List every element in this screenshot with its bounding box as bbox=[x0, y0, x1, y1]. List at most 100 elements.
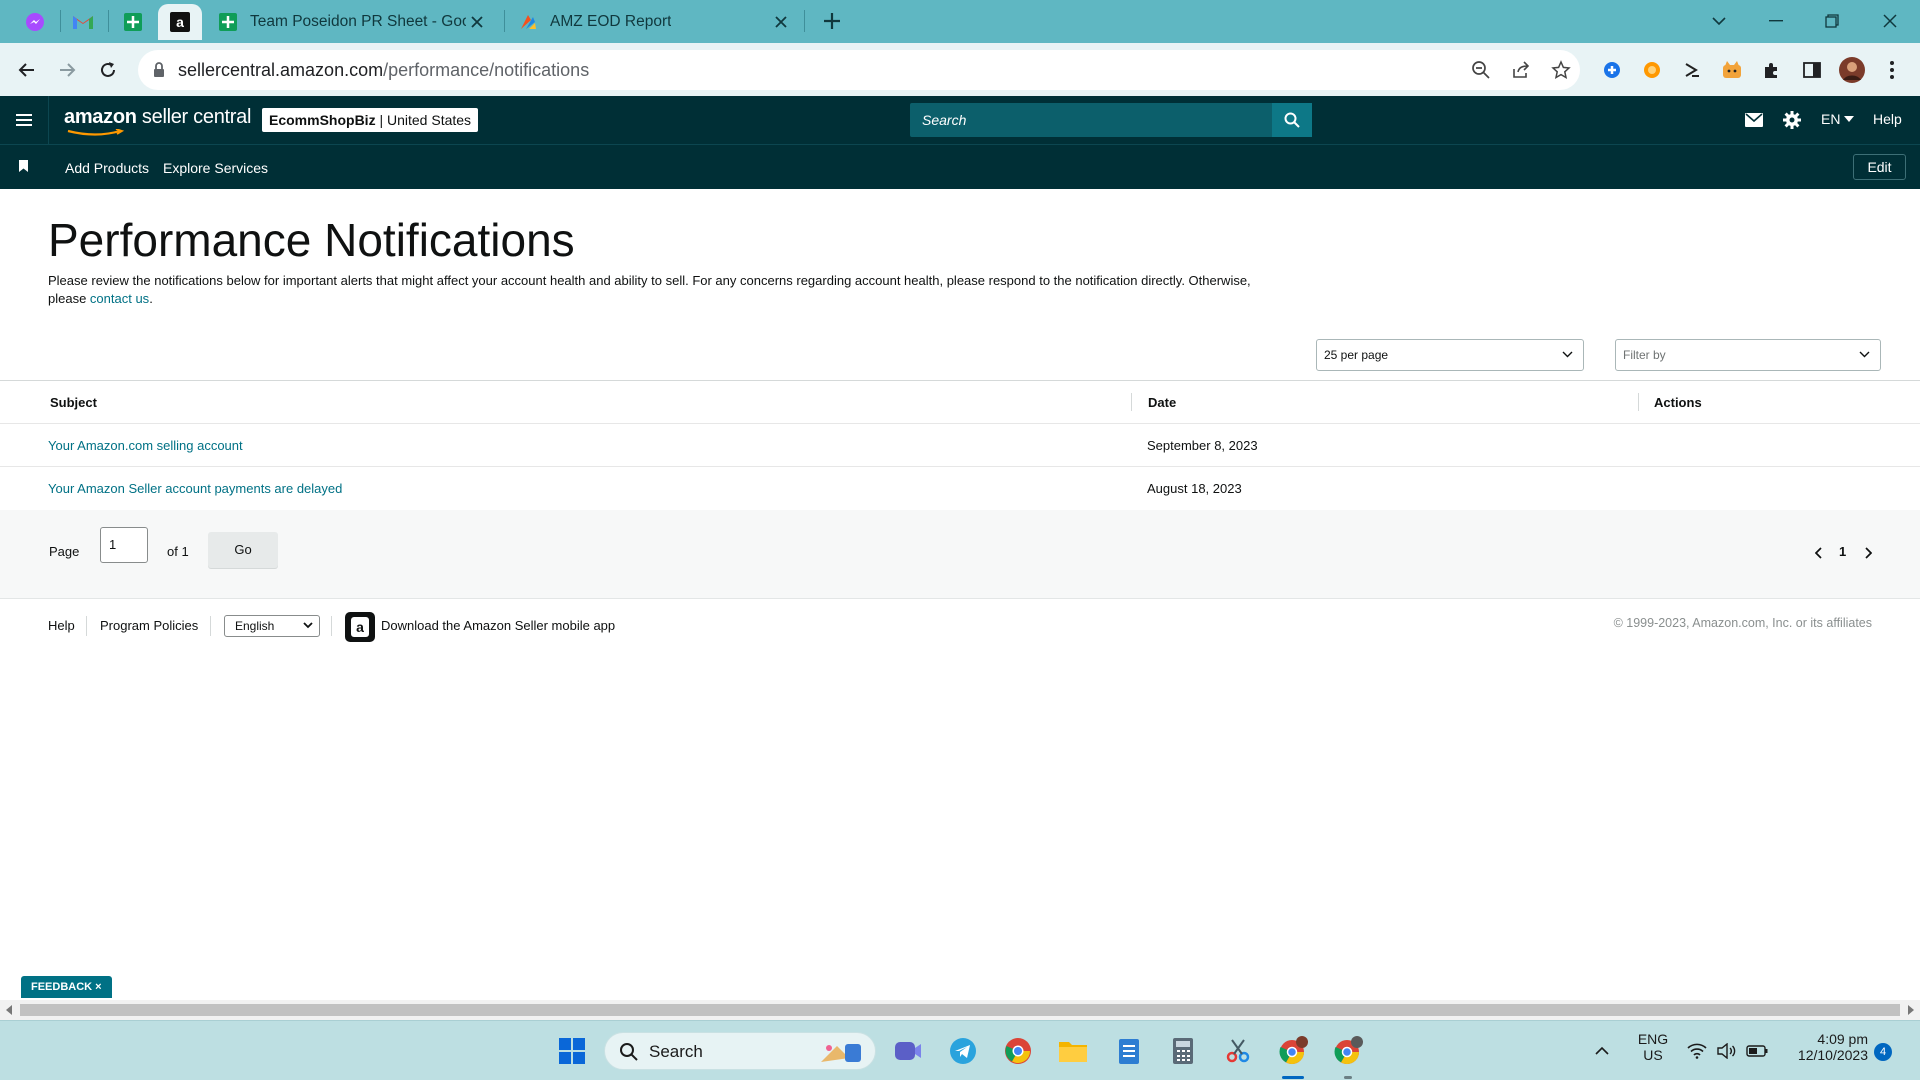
sheets-pinned-tab[interactable] bbox=[111, 4, 155, 40]
seller-subnav: Add Products Explore Services Edit bbox=[0, 144, 1920, 189]
edit-subnav-button[interactable]: Edit bbox=[1853, 154, 1906, 180]
horizontal-scrollbar[interactable] bbox=[0, 1000, 1920, 1020]
back-button[interactable] bbox=[14, 57, 40, 83]
gmail-pinned-tab[interactable] bbox=[61, 4, 105, 40]
account-switcher[interactable]: EcommShopBiz | United States bbox=[262, 108, 479, 132]
extension-cat-icon bbox=[1723, 61, 1741, 78]
go-button[interactable]: Go bbox=[208, 532, 278, 568]
tab-search-button[interactable] bbox=[1705, 8, 1733, 34]
messenger-pinned-tab[interactable] bbox=[13, 4, 57, 40]
svg-text:a: a bbox=[356, 619, 364, 635]
amazon-active-tab[interactable]: a bbox=[158, 4, 202, 40]
bookmark-icon[interactable] bbox=[19, 160, 28, 172]
extension-3[interactable] bbox=[1679, 57, 1705, 83]
download-app-link[interactable]: Download the Amazon Seller mobile app bbox=[381, 618, 615, 633]
notifications-table: Subject Date Actions Your Amazon.com sel… bbox=[0, 380, 1920, 511]
start-button[interactable] bbox=[556, 1035, 588, 1067]
extension-1[interactable] bbox=[1599, 57, 1625, 83]
seller-app-icon[interactable]: a bbox=[345, 612, 375, 642]
input-language[interactable]: ENG US bbox=[1630, 1031, 1676, 1063]
wifi-status[interactable] bbox=[1681, 1035, 1713, 1067]
hamburger-menu-icon[interactable] bbox=[14, 110, 34, 130]
scroll-right-icon[interactable] bbox=[1907, 1005, 1914, 1015]
close-window-button[interactable] bbox=[1876, 8, 1904, 34]
chrome-icon bbox=[1334, 1036, 1363, 1065]
caret-down-icon bbox=[1844, 116, 1855, 122]
taskbar-telegram[interactable] bbox=[947, 1035, 979, 1067]
new-tab-icon[interactable] bbox=[820, 9, 844, 33]
profile-avatar[interactable] bbox=[1839, 57, 1865, 83]
taskbar-calculator[interactable] bbox=[1167, 1035, 1199, 1067]
close-tab-icon[interactable] bbox=[772, 13, 790, 31]
footer-language-select[interactable]: English bbox=[224, 615, 320, 637]
scrollbar-thumb[interactable] bbox=[20, 1004, 1900, 1016]
feedback-button[interactable]: FEEDBACK × bbox=[21, 976, 112, 998]
taskbar-chrome[interactable] bbox=[1002, 1035, 1034, 1067]
extensions-button[interactable] bbox=[1759, 57, 1785, 83]
bookmark-star-button[interactable] bbox=[1550, 59, 1572, 81]
notification-date: September 8, 2023 bbox=[1147, 438, 1258, 453]
column-header-date[interactable]: Date bbox=[1148, 395, 1176, 410]
close-tab-icon[interactable] bbox=[468, 13, 486, 31]
taskbar-video-app[interactable] bbox=[892, 1035, 924, 1067]
page-label: Page bbox=[49, 544, 80, 559]
previous-page-button[interactable] bbox=[1812, 546, 1826, 560]
settings-button[interactable] bbox=[1782, 110, 1802, 130]
page-number-input[interactable]: 1 bbox=[100, 527, 148, 563]
share-icon bbox=[1513, 61, 1530, 78]
clock-date: 12/10/2023 bbox=[1797, 1047, 1868, 1063]
footer-help-link[interactable]: Help bbox=[48, 618, 75, 633]
current-page-number[interactable]: 1 bbox=[1839, 544, 1846, 559]
address-bar[interactable]: sellercentral.amazon.com/performance/not… bbox=[138, 50, 1580, 90]
language-selector[interactable]: EN bbox=[1821, 111, 1855, 127]
extension-2[interactable] bbox=[1639, 57, 1665, 83]
browser-menu-button[interactable] bbox=[1879, 57, 1905, 83]
seller-central-logo[interactable]: amazon seller central bbox=[64, 106, 251, 129]
footer-language-value: English bbox=[235, 619, 275, 633]
search-button[interactable] bbox=[1272, 103, 1312, 137]
lock-icon[interactable] bbox=[152, 61, 166, 79]
per-page-select[interactable]: 25 per page bbox=[1316, 339, 1584, 371]
footer-program-policies-link[interactable]: Program Policies bbox=[100, 618, 198, 633]
next-page-button[interactable] bbox=[1861, 546, 1875, 560]
scroll-left-icon[interactable] bbox=[6, 1005, 13, 1015]
taskbar-snipping-tool[interactable] bbox=[1222, 1035, 1254, 1067]
volume-status[interactable] bbox=[1711, 1035, 1743, 1067]
seller-search[interactable]: Search bbox=[910, 103, 1312, 137]
gmail-icon bbox=[73, 16, 93, 29]
notification-date: August 18, 2023 bbox=[1147, 481, 1242, 496]
zoom-button[interactable] bbox=[1470, 59, 1492, 81]
share-button[interactable] bbox=[1510, 59, 1532, 81]
filter-by-select[interactable]: Filter by bbox=[1615, 339, 1881, 371]
notification-subject-link[interactable]: Your Amazon Seller account payments are … bbox=[48, 481, 342, 496]
extension-4[interactable] bbox=[1719, 57, 1745, 83]
subnav-explore-services[interactable]: Explore Services bbox=[163, 160, 268, 176]
restore-button[interactable] bbox=[1818, 8, 1846, 34]
messages-button[interactable] bbox=[1744, 110, 1764, 130]
system-clock[interactable]: 4:09 pm 12/10/2023 bbox=[1784, 1031, 1868, 1063]
taskbar-file-explorer[interactable] bbox=[1057, 1035, 1089, 1067]
side-panel-button[interactable] bbox=[1799, 57, 1825, 83]
reload-button[interactable] bbox=[95, 57, 121, 83]
taskbar-notepad[interactable] bbox=[1113, 1035, 1145, 1067]
minimize-button[interactable] bbox=[1762, 8, 1790, 34]
folder-icon bbox=[1059, 1042, 1087, 1062]
tab-amz-eod-report[interactable]: AMZ EOD Report bbox=[506, 4, 802, 40]
copyright-text: © 1999-2023, Amazon.com, Inc. or its aff… bbox=[1613, 616, 1872, 630]
browser-tab-strip: a Team Poseidon PR Sheet - Goog AMZ EOD … bbox=[0, 0, 1920, 43]
battery-status[interactable] bbox=[1741, 1035, 1773, 1067]
tab-poseidon-sheet[interactable]: Team Poseidon PR Sheet - Goog bbox=[206, 4, 498, 40]
subnav-add-products[interactable]: Add Products bbox=[65, 160, 149, 176]
forward-button[interactable] bbox=[54, 57, 80, 83]
taskbar-chrome-profile-2[interactable] bbox=[1332, 1035, 1364, 1067]
taskbar-search[interactable]: Search bbox=[604, 1032, 876, 1070]
taskbar-chrome-profile-1[interactable] bbox=[1277, 1035, 1309, 1067]
chevron-left-icon bbox=[1815, 547, 1822, 559]
show-hidden-icons-button[interactable] bbox=[1586, 1035, 1618, 1067]
header-help-link[interactable]: Help bbox=[1873, 111, 1902, 127]
notification-badge[interactable]: 4 bbox=[1874, 1043, 1892, 1061]
search-input[interactable]: Search bbox=[922, 112, 966, 128]
column-header-subject[interactable]: Subject bbox=[50, 395, 97, 410]
notification-subject-link[interactable]: Your Amazon.com selling account bbox=[48, 438, 243, 453]
contact-us-link[interactable]: contact us bbox=[90, 291, 149, 306]
